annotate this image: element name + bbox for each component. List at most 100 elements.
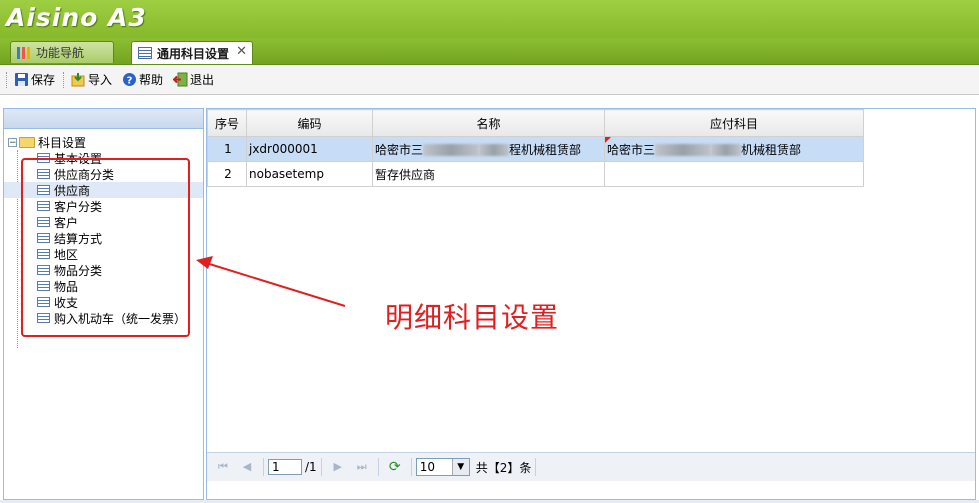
cell-index[interactable]: 1 (207, 136, 247, 162)
tree-item-region[interactable]: 地区 (4, 246, 203, 262)
total-records: 共【2】条 (475, 460, 532, 475)
app-header: Aisino A3 (0, 0, 979, 38)
leaf-icon (37, 169, 50, 179)
cell-name[interactable]: 暂存供应商 (372, 161, 605, 187)
pager-separator (377, 458, 379, 476)
chevron-down-icon[interactable]: ▼ (451, 459, 469, 475)
tree-item-basic-settings[interactable]: 基本设置 (4, 150, 203, 166)
account-grid: 序号 编码 名称 应付科目 1 jxdr000001 哈密市三 程机械租赁部 哈密… (207, 109, 864, 187)
pager-separator (535, 458, 537, 476)
cell-code[interactable]: nobasetemp (246, 161, 373, 187)
toolbar: 保存 导入 ? 帮助 退出 (0, 65, 979, 95)
exit-label: 退出 (190, 73, 215, 87)
grid-header-row: 序号 编码 名称 应付科目 (207, 109, 864, 137)
cell-payable-account[interactable]: 哈密市三 机械租赁部 (604, 136, 864, 162)
page-number-input[interactable]: 1 (268, 459, 302, 475)
next-page-icon[interactable]: ▶ (330, 459, 346, 475)
annotation-text: 明细科目设置 (385, 301, 560, 334)
leaf-icon (37, 313, 50, 323)
last-page-icon[interactable]: ⏭ (354, 459, 370, 475)
pager-separator (410, 458, 412, 476)
table-row[interactable]: 1 jxdr000001 哈密市三 程机械租赁部 哈密市三 机械租赁部 (207, 136, 864, 162)
help-button[interactable]: ? 帮助 (120, 70, 165, 90)
tree-panel-header (4, 109, 203, 129)
import-label: 导入 (88, 73, 113, 87)
tree-item-label: 结算方式 (54, 231, 103, 246)
refresh-icon[interactable]: ⟳ (387, 459, 403, 475)
cell-name[interactable]: 哈密市三 程机械租赁部 (372, 136, 605, 162)
tree-item-label: 客户分类 (54, 199, 103, 214)
import-icon (71, 72, 86, 87)
account-tree-panel: − 科目设置 基本设置 供应商分类 供应商 客户分类 客户 结算方式 地区 物品… (3, 108, 204, 500)
tree-item-label: 地区 (54, 247, 79, 262)
cell-code[interactable]: jxdr000001 (246, 136, 373, 162)
toolbar-separator (6, 71, 9, 88)
name-text: 哈密市三 (375, 142, 424, 157)
tree-item-label: 供应商 (54, 183, 91, 198)
tree-item-label: 物品 (54, 279, 79, 294)
pagination-bar: ⏮ ◀ 1 /1 ▶ ⏭ ⟳ 10 ▼ 共【2】条 (207, 452, 975, 481)
chart-icon (17, 46, 31, 59)
app-logo: Aisino A3 (6, 3, 147, 32)
collapse-icon[interactable]: − (8, 137, 17, 147)
tree-root[interactable]: − 科目设置 (8, 134, 86, 150)
tree-item-settlement-method[interactable]: 结算方式 (4, 230, 203, 246)
tree-item-label: 供应商分类 (54, 167, 115, 182)
pager-separator (263, 458, 264, 476)
tree-item-label: 基本设置 (54, 151, 103, 166)
leaf-icon (37, 201, 50, 211)
leaf-icon (37, 185, 50, 195)
tree-item-item[interactable]: 物品 (4, 278, 203, 294)
close-icon[interactable]: ✕ (236, 44, 247, 59)
name-text: 程机械租赁部 (509, 142, 582, 157)
tab-general-account-settings[interactable]: 通用科目设置 ✕ (131, 41, 253, 64)
tree-item-motor-vehicle[interactable]: 购入机动车（统一发票） (4, 310, 203, 326)
tree-item-customer-category[interactable]: 客户分类 (4, 198, 203, 214)
tab-navigation[interactable]: 功能导航 (10, 41, 114, 63)
leaf-icon (37, 153, 50, 163)
leaf-icon (37, 281, 50, 291)
leaf-icon (37, 265, 50, 275)
tree-item-supplier[interactable]: 供应商 (4, 182, 203, 198)
tree-item-income-expense[interactable]: 收支 (4, 294, 203, 310)
exit-button[interactable]: 退出 (171, 70, 216, 90)
import-button[interactable]: 导入 (69, 70, 114, 90)
list-icon (138, 47, 152, 59)
redacted-block (423, 144, 480, 156)
column-header-code[interactable]: 编码 (246, 109, 373, 137)
leaf-icon (37, 297, 50, 307)
total-pages: /1 (305, 460, 317, 474)
table-row[interactable]: 2 nobasetemp 暂存供应商 (207, 161, 864, 187)
tree-item-customer[interactable]: 客户 (4, 214, 203, 230)
page-size-select[interactable]: 10 ▼ (415, 458, 470, 476)
save-label: 保存 (31, 73, 56, 87)
leaf-icon (37, 233, 50, 243)
account-text: 哈密市三 (607, 142, 656, 157)
tree-item-item-category[interactable]: 物品分类 (4, 262, 203, 278)
tree-item-label: 客户 (54, 215, 79, 230)
tree-item-supplier-category[interactable]: 供应商分类 (4, 166, 203, 182)
cell-index[interactable]: 2 (207, 161, 247, 187)
page-size-value: 10 (419, 460, 435, 474)
pager-separator (320, 458, 322, 476)
cell-payable-account[interactable] (604, 161, 864, 187)
folder-icon (19, 136, 35, 148)
tab-strip: 功能导航 通用科目设置 ✕ (0, 38, 979, 65)
column-header-index[interactable]: 序号 (207, 109, 247, 137)
tree-root-label: 科目设置 (38, 135, 87, 150)
redacted-block (479, 144, 510, 156)
save-button[interactable]: 保存 (12, 70, 57, 90)
redacted-block (655, 144, 712, 156)
first-page-icon[interactable]: ⏮ (215, 459, 231, 475)
floppy-disk-icon (14, 72, 29, 87)
toolbar-separator (63, 71, 66, 88)
tree-item-label: 收支 (54, 295, 79, 310)
prev-page-icon[interactable]: ◀ (239, 459, 255, 475)
svg-text:?: ? (127, 76, 133, 87)
tab-label: 功能导航 (36, 46, 85, 60)
column-header-payable-account[interactable]: 应付科目 (604, 109, 864, 137)
redacted-block (711, 144, 742, 156)
tab-label: 通用科目设置 (157, 46, 230, 61)
column-header-name[interactable]: 名称 (372, 109, 605, 137)
account-text: 机械租赁部 (741, 142, 802, 157)
